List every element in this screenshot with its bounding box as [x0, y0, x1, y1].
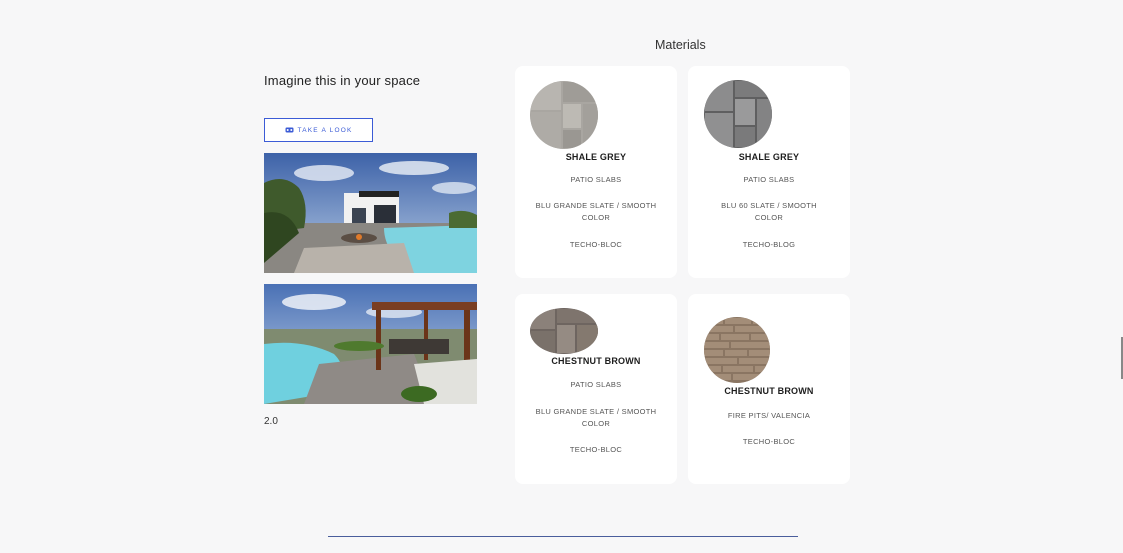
shale-grey-swatch: [530, 81, 598, 149]
chestnut-brown-swatch: [704, 317, 770, 383]
material-category: PATIO SLABS: [743, 175, 795, 184]
take-a-look-label: TAKE A LOOK: [297, 126, 353, 134]
material-card[interactable]: SHALE GREY PATIO SLABS BLU 60 SLATE / SM…: [688, 66, 850, 278]
material-card[interactable]: CHESTNUT BROWN FIRE PITS/ VALENCIA TECHO…: [688, 294, 850, 484]
shale-grey-swatch: [704, 80, 772, 148]
material-category: PATIO SLABS: [570, 380, 622, 389]
vr-headset-icon: [285, 127, 293, 133]
material-brand: TECHO-BLOC: [569, 445, 623, 454]
version-label: 2.0: [264, 416, 278, 427]
bottom-divider: [328, 536, 798, 537]
render-image-pool-house[interactable]: [264, 153, 477, 273]
material-brand: TECHO-BLOG: [742, 240, 796, 249]
render-image-pergola-pool[interactable]: [264, 284, 477, 404]
material-category: PATIO SLABS: [570, 175, 622, 184]
material-name: CHESTNUT BROWN: [551, 356, 641, 366]
material-product: BLU GRANDE SLATE / SMOOTH COLOR: [535, 407, 657, 428]
material-card[interactable]: SHALE GREY PATIO SLABS BLU GRANDE SLATE …: [515, 66, 677, 278]
material-category: FIRE PITS/ VALENCIA: [727, 411, 811, 420]
material-product: BLU 60 SLATE / SMOOTH COLOR: [721, 201, 817, 222]
material-name: SHALE GREY: [565, 152, 627, 162]
material-product: BLU GRANDE SLATE / SMOOTH COLOR: [535, 201, 657, 222]
take-a-look-button[interactable]: TAKE A LOOK: [264, 118, 373, 142]
material-brand: TECHO-BLOC: [569, 240, 623, 249]
chestnut-brown-swatch: [530, 308, 598, 354]
material-name: SHALE GREY: [738, 152, 800, 162]
material-brand: TECHO-BLOC: [742, 437, 796, 446]
section-heading: Imagine this in your space: [264, 73, 421, 88]
material-card[interactable]: CHESTNUT BROWN PATIO SLABS BLU GRANDE SL…: [515, 294, 677, 484]
material-name: CHESTNUT BROWN: [724, 386, 814, 396]
materials-title: Materials: [655, 38, 706, 52]
